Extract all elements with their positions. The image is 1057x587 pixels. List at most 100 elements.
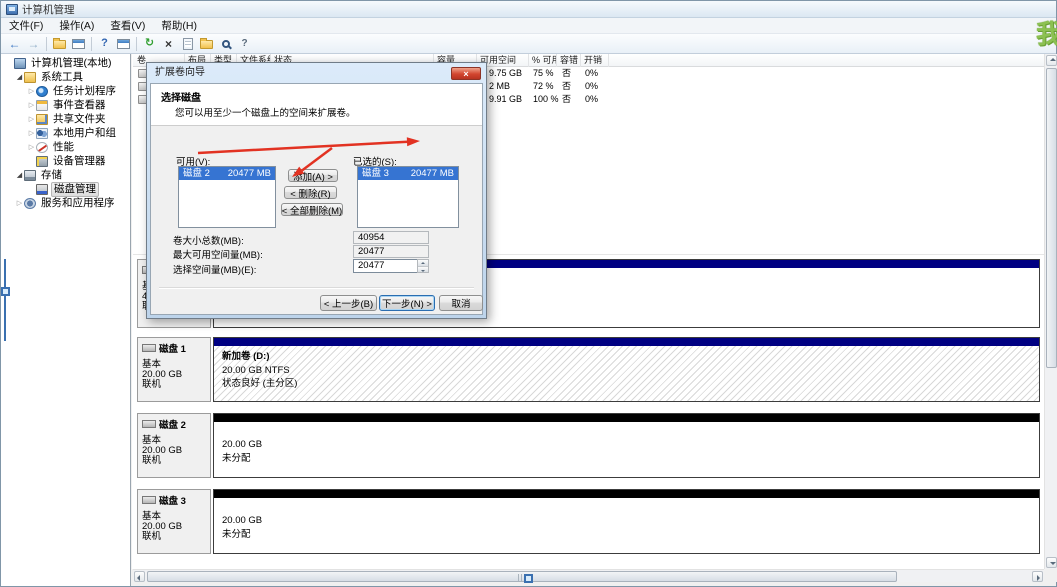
menu-bar: 文件(F) 操作(A) 查看(V) 帮助(H)	[1, 18, 1056, 34]
collapsed-icon[interactable]: ▷	[27, 87, 36, 95]
system-tools-icon	[24, 72, 36, 83]
properties-button[interactable]	[178, 35, 197, 52]
total-size-label: 卷大小总数(MB):	[173, 233, 244, 247]
menu-action[interactable]: 操作(A)	[51, 18, 102, 33]
remove-all-button[interactable]: < 全部删除(M)	[281, 203, 343, 216]
context-help-button[interactable]: ?	[235, 35, 254, 52]
dialog-close-button[interactable]: ×	[451, 67, 481, 80]
tree-item-computer-management[interactable]: 计算机管理(本地)	[1, 56, 130, 70]
open-folder-button[interactable]	[197, 35, 216, 52]
tree-item-disk-management[interactable]: 磁盘管理	[1, 182, 130, 196]
column-header-fault-tolerance[interactable]: 容错	[557, 54, 581, 67]
cell-percent-free: 75 %	[533, 67, 554, 80]
tree-item-system-tools[interactable]: ◢ 系统工具	[1, 70, 130, 84]
disk2-label[interactable]: 磁盘 2 基本 20.00 GB 联机	[137, 413, 211, 478]
computer-management-window: 计算机管理 文件(F) 操作(A) 查看(V) 帮助(H) ← → ? ↻ × …	[0, 0, 1057, 587]
column-header-overhead[interactable]: 开销	[581, 54, 609, 67]
disk1-partition-d[interactable]: 新加卷 (D:) 20.00 GB NTFS 状态良好 (主分区)	[213, 337, 1040, 402]
next-step-button[interactable]: 下一步(N) >	[379, 295, 435, 311]
cell-percent-free: 72 %	[533, 80, 554, 93]
shared-folders-icon	[36, 114, 48, 125]
scroll-right-icon	[1037, 575, 1040, 581]
available-disks-listbox[interactable]: 磁盘 2 20477 MB	[178, 166, 276, 228]
console-window-button[interactable]	[69, 35, 88, 52]
cell-fault-tolerance: 否	[562, 93, 571, 106]
services-applications-icon	[24, 198, 36, 209]
select-space-input[interactable]: 20477	[353, 259, 429, 273]
menu-view[interactable]: 查看(V)	[102, 18, 153, 33]
annotation-handle-bottom[interactable]	[524, 574, 533, 583]
max-space-value: 20477	[353, 245, 429, 258]
new-window-button[interactable]	[114, 35, 133, 52]
back-icon: ←	[9, 38, 21, 50]
toolbar-separator	[46, 37, 47, 51]
annotation-handle-left[interactable]	[1, 287, 10, 296]
available-disk-item[interactable]: 磁盘 2 20477 MB	[179, 167, 275, 180]
disk-icon	[142, 344, 156, 352]
horizontal-scrollbar[interactable]	[133, 569, 1044, 582]
disk3-unallocated[interactable]: 20.00 GB 未分配	[213, 489, 1040, 554]
toolbar-separator	[91, 37, 92, 51]
vertical-scrollbar[interactable]	[1044, 54, 1057, 569]
disk1-label[interactable]: 磁盘 1 基本 20.00 GB 联机	[137, 337, 211, 402]
dialog-titlebar[interactable]: 扩展卷向导	[147, 63, 486, 83]
refresh-button[interactable]: ↻	[140, 35, 159, 52]
disk3-label[interactable]: 磁盘 3 基本 20.00 GB 联机	[137, 489, 211, 554]
device-manager-icon	[36, 156, 48, 167]
collapsed-icon[interactable]: ▷	[27, 115, 36, 123]
cell-free-space: 2 MB	[489, 80, 510, 93]
search-button[interactable]	[216, 35, 235, 52]
tree-item-storage[interactable]: ◢ 存储	[1, 168, 130, 182]
show-console-tree-icon	[53, 40, 66, 49]
menu-help[interactable]: 帮助(H)	[153, 18, 205, 33]
tree-item-event-viewer[interactable]: ▷ 事件查看器	[1, 98, 130, 112]
collapsed-icon[interactable]: ▷	[15, 199, 24, 207]
expanded-icon[interactable]: ◢	[15, 73, 24, 81]
help-button[interactable]: ?	[95, 35, 114, 52]
column-header-percent-free[interactable]: % 可用	[529, 54, 557, 67]
scroll-left-button[interactable]	[134, 571, 145, 582]
vertical-scroll-thumb[interactable]	[1046, 68, 1057, 368]
cancel-button[interactable]: 取消	[439, 295, 483, 311]
refresh-icon: ↻	[145, 38, 154, 49]
disk2-unallocated[interactable]: 20.00 GB 未分配	[213, 413, 1040, 478]
window-title: 计算机管理	[22, 2, 75, 17]
tree-item-performance[interactable]: ▷ 性能	[1, 140, 130, 154]
tree-item-task-scheduler[interactable]: ▷ 任务计划程序	[1, 84, 130, 98]
tree-item-local-users-groups[interactable]: ▷ 本地用户和组	[1, 126, 130, 140]
back-step-button[interactable]: < 上一步(B)	[320, 295, 377, 311]
add-button[interactable]: 添加(A) >	[288, 169, 338, 182]
cell-overhead: 0%	[585, 67, 598, 80]
forward-button[interactable]: →	[24, 35, 43, 52]
scroll-left-icon	[137, 575, 140, 581]
storage-icon	[24, 170, 36, 181]
new-window-icon	[117, 39, 130, 49]
task-scheduler-icon	[36, 86, 48, 97]
window-titlebar[interactable]: 计算机管理	[1, 1, 1056, 18]
remove-button[interactable]: < 删除(R)	[284, 186, 337, 199]
delete-button[interactable]: ×	[159, 35, 178, 52]
scroll-down-button[interactable]	[1046, 557, 1057, 568]
menu-file[interactable]: 文件(F)	[1, 18, 51, 33]
toolbar: ← → ? ↻ × ?	[1, 34, 1056, 54]
tree-item-services-applications[interactable]: ▷ 服务和应用程序	[1, 196, 130, 210]
spin-down-button[interactable]	[418, 266, 428, 273]
cell-overhead: 0%	[585, 80, 598, 93]
properties-icon	[183, 38, 193, 50]
tree-item-device-manager[interactable]: 设备管理器	[1, 154, 130, 168]
selected-disk-item[interactable]: 磁盘 3 20477 MB	[358, 167, 458, 180]
back-button[interactable]: ←	[5, 35, 24, 52]
tree-item-shared-folders[interactable]: ▷ 共享文件夹	[1, 112, 130, 126]
expanded-icon[interactable]: ◢	[15, 171, 24, 179]
cell-fault-tolerance: 否	[562, 80, 571, 93]
toolbar-separator	[136, 37, 137, 51]
selected-disks-listbox[interactable]: 磁盘 3 20477 MB	[357, 166, 459, 228]
scroll-right-button[interactable]	[1032, 571, 1043, 582]
cell-percent-free: 100 %	[533, 93, 559, 106]
scroll-up-button[interactable]	[1046, 55, 1057, 66]
horizontal-scroll-thumb[interactable]	[147, 571, 897, 582]
collapsed-icon[interactable]: ▷	[27, 129, 36, 137]
show-console-tree-button[interactable]	[50, 35, 69, 52]
collapsed-icon[interactable]: ▷	[27, 101, 36, 109]
collapsed-icon[interactable]: ▷	[27, 143, 36, 151]
